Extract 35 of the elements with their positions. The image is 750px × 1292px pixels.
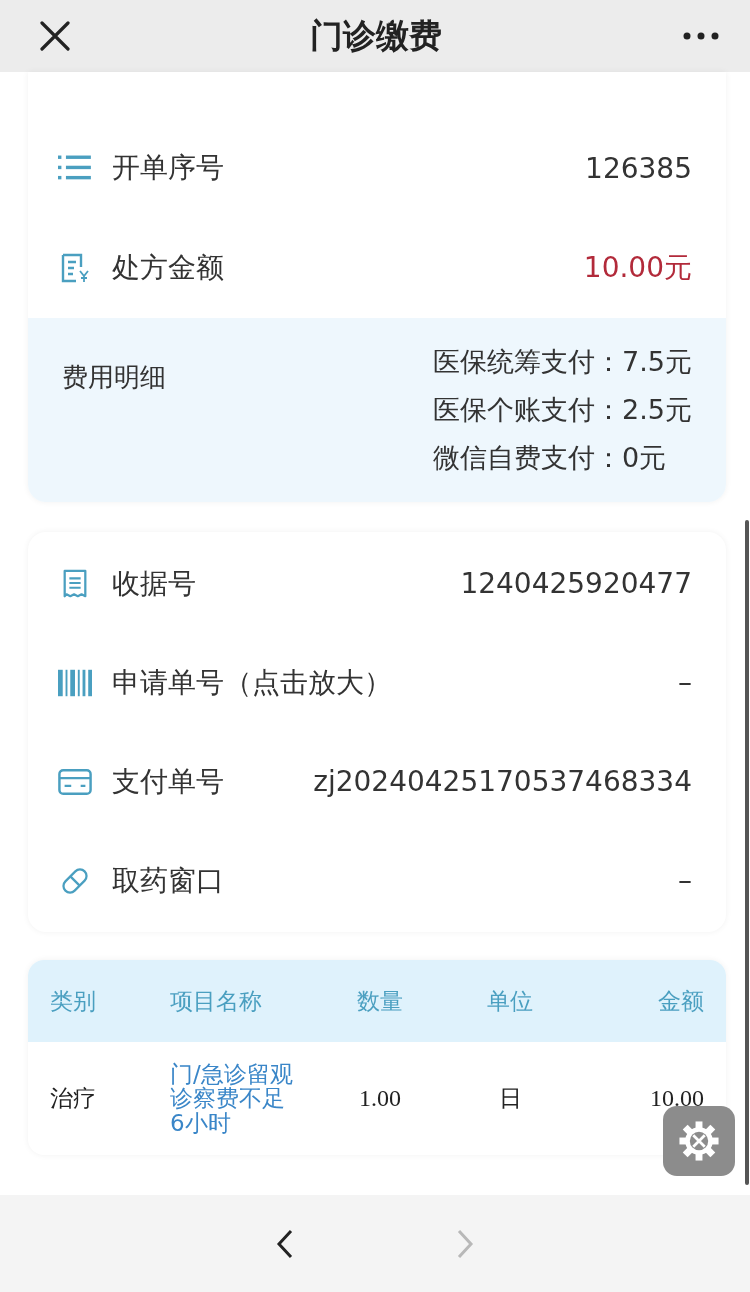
- more-icon[interactable]: [682, 32, 720, 40]
- field-label: 收据号: [112, 565, 196, 602]
- tools-button[interactable]: [663, 1106, 735, 1176]
- column-header: 数量: [356, 986, 404, 1016]
- field-value: zj20240425170537468334: [313, 765, 692, 798]
- fee-line: 医保个账支付：2.5元: [433, 393, 692, 427]
- item-name-link[interactable]: 门/急诊留观诊察费不足6小时: [170, 1062, 298, 1135]
- fee-line: 医保统筹支付：7.5元: [433, 345, 692, 379]
- field-value: 1240425920477: [460, 567, 692, 600]
- column-header: 类别: [50, 986, 97, 1016]
- field-value: –: [678, 666, 692, 699]
- field-label: 处方金额: [112, 250, 224, 286]
- column-header: 项目名称: [170, 986, 263, 1016]
- field-label: 开单序号: [112, 150, 224, 186]
- field-value: 10.00元: [583, 250, 692, 286]
- field-value: –: [678, 864, 692, 897]
- column-header: 单位: [486, 986, 534, 1016]
- field-value: 126385: [585, 151, 692, 185]
- barcode-icon: [58, 667, 92, 698]
- card-icon: [58, 766, 92, 797]
- field-label: 取药窗口: [112, 862, 224, 899]
- field-label: 支付单号: [112, 763, 224, 800]
- back-icon[interactable]: [275, 1227, 295, 1260]
- scrollbar[interactable]: [745, 520, 749, 1185]
- table-cell-text: 日: [497, 1084, 523, 1113]
- gear-icon: [676, 1118, 722, 1164]
- page-title: 门诊缴费: [310, 14, 442, 57]
- field-label[interactable]: 申请单号（点击放大）: [112, 663, 392, 702]
- column-header: 金额: [657, 986, 704, 1016]
- table-cell-text: 1.00: [358, 1085, 402, 1112]
- table-cell-text: 10.00: [649, 1085, 704, 1112]
- fee-line: 微信自费支付：0元: [433, 441, 668, 475]
- close-icon[interactable]: [40, 21, 70, 51]
- table-cell-text: 治疗: [50, 1084, 97, 1113]
- fee-detail-label: 费用明细: [62, 361, 166, 394]
